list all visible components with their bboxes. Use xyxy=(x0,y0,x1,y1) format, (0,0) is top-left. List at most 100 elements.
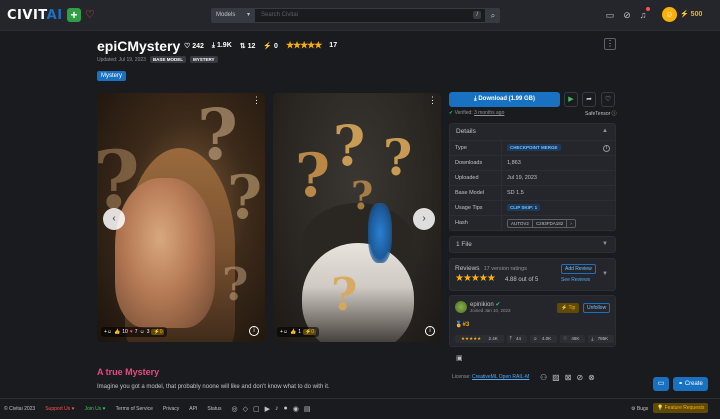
twitch-icon[interactable]: ▤ xyxy=(304,405,311,413)
carousel-prev-button[interactable]: ‹ xyxy=(103,208,125,230)
tips-stat: ⚡ 0 xyxy=(263,42,278,50)
chevron-down-icon: ▾ xyxy=(246,12,250,18)
discord-icon[interactable]: ◎ xyxy=(232,405,238,413)
no-image-icon: ⊠ xyxy=(564,373,572,382)
instagram-icon[interactable]: ▢ xyxy=(253,405,260,413)
join-link[interactable]: Join Us ♥ xyxy=(85,406,106,412)
review-score: 4.88 out of 5 xyxy=(505,277,539,283)
search-bar: Models ▾ Search Civitai / ⌕ xyxy=(211,8,500,23)
tiktok-icon[interactable]: ♪ xyxy=(275,405,279,413)
image-info-icon[interactable]: i xyxy=(425,326,435,336)
create-plus-button[interactable]: + xyxy=(67,8,81,22)
video-icon[interactable]: ▣ xyxy=(456,354,463,362)
tag-mystery[interactable]: Mystery xyxy=(97,71,126,81)
creator-name[interactable]: epinikion ✔ xyxy=(470,301,500,308)
civitai-logo[interactable]: CIVITAI xyxy=(7,8,63,23)
chevron-right-icon: › xyxy=(422,213,426,224)
unfollow-button[interactable]: Unfollow xyxy=(583,303,611,313)
question-mark-decor: ? xyxy=(295,141,331,211)
no-sell-icon: ⊘ xyxy=(576,373,584,382)
files-panel[interactable]: 1 File ▼ xyxy=(449,236,616,253)
files-header[interactable]: 1 File ▼ xyxy=(450,237,615,253)
laugh-icon[interactable]: ☺ xyxy=(140,329,145,335)
tip-button[interactable]: ⚡ Tip xyxy=(557,303,580,313)
status-link[interactable]: Status xyxy=(207,406,221,412)
info-icon[interactable]: i xyxy=(603,145,610,152)
top-header: CIVITAI + ♡ Models ▾ Search Civitai / ⌕ ▭ … xyxy=(0,0,720,31)
question-mark-decor: ? xyxy=(333,113,366,178)
likes-stat: ♡ 242 xyxy=(184,42,204,50)
details-header[interactable]: Details ▲ xyxy=(450,124,615,140)
image-info-icon[interactable]: i xyxy=(249,326,259,336)
monitor-icon[interactable]: ▭ xyxy=(604,9,616,21)
download-button[interactable]: ⤓ Download (1.99 GB) xyxy=(449,92,560,107)
question-mark-decor: ? xyxy=(351,173,374,218)
see-reviews-link[interactable]: See Reviews xyxy=(561,277,590,283)
egg-shape xyxy=(302,243,414,342)
verified-time-link[interactable]: 3 months ago xyxy=(474,110,504,116)
safetensor-label: SafeTensor ⓘ xyxy=(585,111,617,117)
add-reaction-icon[interactable]: +☺ xyxy=(280,329,288,335)
carousel-next-button[interactable]: › xyxy=(413,208,435,230)
heart-icon[interactable]: ♡ xyxy=(85,8,95,21)
tos-link[interactable]: Terms of Service xyxy=(116,406,153,412)
support-link[interactable]: Support Us ♥ xyxy=(45,406,74,412)
youtube-icon[interactable]: ▶ xyxy=(265,405,270,413)
downloads-stat: ⤓ 1.9K xyxy=(211,41,232,49)
image-icon: ▨ xyxy=(552,373,560,382)
question-mark-decor: ? xyxy=(383,128,413,187)
chat-button[interactable]: ▭ xyxy=(653,377,669,391)
thumbs-up-icon[interactable]: 👍 xyxy=(290,329,296,335)
creator-followers-stat: ☺ 4.0K xyxy=(529,335,558,343)
more-menu-button[interactable]: ⋮ xyxy=(604,38,616,50)
search-button[interactable]: ⌕ xyxy=(486,8,500,23)
reaction-bar[interactable]: +☺ 👍 10 ♥ 7 ☺ 3 ⚡0 xyxy=(101,327,168,337)
run-button[interactable]: ▶ xyxy=(564,92,578,107)
creator-rating-stat: ★★★★★ 2.4K xyxy=(455,335,504,343)
eye-off-icon[interactable]: ⊘ xyxy=(621,9,633,21)
buzz-tip-chip[interactable]: ⚡0 xyxy=(303,329,317,335)
license-link[interactable]: CreativeML Open RAIL-M xyxy=(472,374,529,380)
add-review-button[interactable]: Add Review xyxy=(561,264,596,274)
share-button[interactable]: ➦ xyxy=(582,92,596,107)
reaction-bar[interactable]: +☺ 👍 1 ⚡0 xyxy=(277,327,320,337)
check-icon: ✔ xyxy=(449,110,454,116)
creator-avatar[interactable] xyxy=(455,301,467,313)
favorite-button[interactable]: ♡ xyxy=(601,92,615,107)
buzz-balance[interactable]: ⚡ 500 xyxy=(680,10,702,18)
chevron-up-icon: ▲ xyxy=(602,128,608,134)
search-input[interactable]: Search Civitai / xyxy=(254,8,486,23)
creator-stats: ★★★★★ 2.4K ⤒ 44 ☺ 4.0K ♡ 45K ⤓ 785K xyxy=(455,335,615,343)
creator-likes-stat: ♡ 45K xyxy=(560,335,586,343)
buzz-tip-chip[interactable]: ⚡0 xyxy=(151,329,165,335)
image-menu-icon[interactable]: ⋮ xyxy=(252,95,261,106)
hash-box[interactable]: AUTOV2 C293FDA182 › xyxy=(507,218,576,228)
details-panel: Details ▲ Type CHECKPOINT MERGE i Downloads… xyxy=(449,123,616,231)
heart-icon: ♡ xyxy=(604,96,612,103)
reddit-icon[interactable]: ● xyxy=(284,405,288,413)
privacy-link[interactable]: Privacy xyxy=(163,406,179,412)
bugs-link[interactable]: ⚙ Bugs xyxy=(631,406,648,412)
license-line: License: CreativeML Open RAIL-M xyxy=(452,374,530,380)
collects-stat: ⇅ 12 xyxy=(239,42,256,50)
twitter-icon[interactable]: ◇ xyxy=(243,405,248,413)
search-scope-select[interactable]: Models ▾ xyxy=(211,8,254,23)
add-reaction-icon[interactable]: +☺ xyxy=(104,329,112,335)
github-icon[interactable]: ◉ xyxy=(293,405,299,413)
api-link[interactable]: API xyxy=(189,406,197,412)
updated-line: Updated: Jul 19, 2023 BASE MODEL MYSTERY xyxy=(97,56,218,63)
rating-stars[interactable]: ★★★★★ xyxy=(286,40,322,51)
feature-requests-link[interactable]: 💡 Feature Requests xyxy=(653,403,709,413)
chevron-down-icon: ▼ xyxy=(602,241,608,247)
user-avatar[interactable]: ☺ xyxy=(662,7,677,22)
share-icon: ➦ xyxy=(586,96,592,103)
create-button[interactable]: ⚭ Create xyxy=(673,377,708,391)
license-icons: ⚇ ▨ ⊠ ⊘ ⊗ xyxy=(540,373,595,382)
thumbs-up-icon[interactable]: 👍 xyxy=(114,329,120,335)
creator-joined: Joined Jan 10, 2023 xyxy=(470,308,511,313)
chat-icon: ▭ xyxy=(657,380,665,387)
no-share-icon: ⊗ xyxy=(588,373,595,382)
chevron-down-icon[interactable]: ▼ xyxy=(602,271,608,277)
image-menu-icon[interactable]: ⋮ xyxy=(428,95,437,106)
heart-icon[interactable]: ♥ xyxy=(130,329,133,335)
